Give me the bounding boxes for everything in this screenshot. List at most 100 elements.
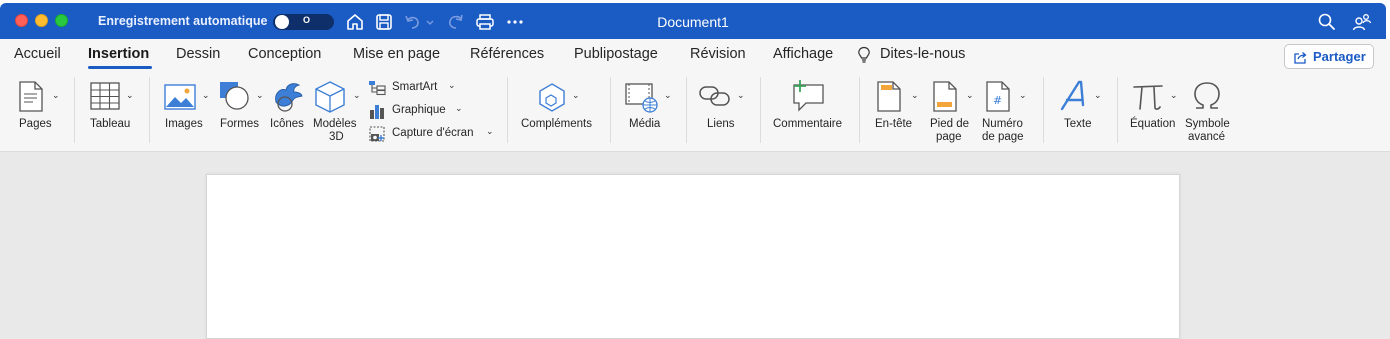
- modeles-label-line1: Modèles: [313, 118, 357, 130]
- divider: [610, 77, 611, 143]
- pages-label: Pages: [19, 118, 52, 130]
- capture-label: Capture d'écran: [392, 127, 474, 139]
- equation-button[interactable]: ⌄ Équation: [1128, 73, 1182, 152]
- tab-publipostage[interactable]: Publipostage: [574, 46, 658, 62]
- header-icon: [877, 81, 901, 112]
- tab-affichage[interactable]: Affichage: [773, 46, 833, 62]
- divider: [1043, 77, 1044, 143]
- graphique-label: Graphique: [392, 104, 446, 116]
- media-button[interactable]: ⌄ Média: [622, 73, 678, 152]
- modeles-3d-button[interactable]: ⌄ Modèles 3D: [312, 73, 362, 152]
- divider: [760, 77, 761, 143]
- active-tab-underline: [88, 66, 152, 69]
- chart-icon: [370, 105, 384, 119]
- chevron-down-icon: ⌄: [256, 90, 264, 100]
- link-icon: [699, 86, 730, 106]
- media-label: Média: [629, 118, 661, 130]
- tab-revision[interactable]: Révision: [690, 46, 746, 62]
- divider: [74, 77, 75, 143]
- cube-icon: [315, 81, 345, 113]
- icones-label: Icônes: [270, 118, 304, 130]
- word-window: Enregistrement automatique O Document1 A…: [0, 0, 1390, 339]
- complements-label: Compléments: [521, 118, 592, 130]
- screenshot-icon: [369, 126, 385, 142]
- formes-button[interactable]: ⌄ Formes: [218, 73, 268, 152]
- chevron-down-icon: ⌄: [664, 90, 672, 100]
- smartart-label: SmartArt: [392, 81, 438, 93]
- tableau-button[interactable]: ⌄ Tableau: [86, 73, 140, 152]
- pages-button[interactable]: ⌄ Pages: [12, 73, 68, 152]
- pi-icon: [1133, 85, 1163, 110]
- tab-conception[interactable]: Conception: [248, 46, 321, 62]
- media-icon: [625, 83, 658, 113]
- tableau-label: Tableau: [90, 118, 131, 130]
- images-label: Images: [165, 118, 203, 130]
- redo-icon[interactable]: [446, 12, 466, 32]
- chevron-down-icon: ⌄: [486, 126, 494, 136]
- graphique-button[interactable]: Graphique ⌄: [368, 101, 468, 121]
- symbole-label-line1: Symbole: [1185, 118, 1230, 130]
- hexagon-icon: [539, 83, 565, 112]
- more-icon[interactable]: [505, 12, 525, 32]
- tab-references[interactable]: Références: [470, 46, 544, 62]
- capture-ecran-button[interactable]: Capture d'écran ⌄: [368, 124, 498, 144]
- close-window-button[interactable]: [15, 14, 28, 27]
- formes-label: Formes: [220, 118, 259, 130]
- divider: [859, 77, 860, 143]
- texte-label: Texte: [1064, 118, 1092, 130]
- share-button[interactable]: Partager: [1284, 44, 1374, 69]
- images-button[interactable]: ⌄ Images: [162, 73, 214, 152]
- tab-insertion[interactable]: Insertion: [88, 46, 149, 62]
- chevron-down-icon: ⌄: [737, 90, 745, 100]
- people-icon[interactable]: [1352, 12, 1372, 32]
- undo-chevron-icon[interactable]: [425, 12, 435, 32]
- tab-dessin[interactable]: Dessin: [176, 46, 220, 62]
- home-icon[interactable]: [345, 12, 365, 32]
- liens-button[interactable]: ⌄ Liens: [698, 73, 750, 152]
- autosave-toggle[interactable]: O: [273, 14, 334, 30]
- tab-accueil[interactable]: Accueil: [14, 46, 61, 62]
- en-tete-button[interactable]: ⌄ En-tête: [871, 73, 923, 152]
- chevron-down-icon: ⌄: [202, 90, 210, 100]
- symbole-label-line2: avancé: [1188, 131, 1226, 143]
- pied-de-page-button[interactable]: ⌄ Pied de page: [928, 73, 980, 152]
- document-page[interactable]: [206, 174, 1180, 339]
- numero-de-page-button[interactable]: # ⌄ Numéro de page: [982, 73, 1036, 152]
- autosave-label: Enregistrement automatique: [98, 14, 268, 28]
- search-icon[interactable]: [1317, 12, 1337, 32]
- svg-text:#: #: [993, 94, 1002, 107]
- title-bar: Enregistrement automatique O Document1: [0, 3, 1386, 39]
- picture-icon: [164, 84, 196, 110]
- maximize-window-button[interactable]: [55, 14, 68, 27]
- minimize-window-button[interactable]: [35, 14, 48, 27]
- share-icon: [1294, 52, 1307, 64]
- pied-label-line1: Pied de: [930, 118, 970, 130]
- undo-icon[interactable]: [403, 12, 423, 32]
- smartart-button[interactable]: SmartArt ⌄: [368, 78, 468, 98]
- smartart-icon: [369, 81, 386, 96]
- chevron-down-icon: ⌄: [353, 90, 361, 100]
- symbole-avance-button[interactable]: Symbole avancé: [1184, 73, 1234, 152]
- chevron-down-icon: ⌄: [1094, 90, 1102, 100]
- complements-button[interactable]: ⌄ Compléments: [519, 73, 599, 152]
- print-icon[interactable]: [475, 12, 495, 32]
- tab-mise-en-page[interactable]: Mise en page: [353, 46, 440, 62]
- chevron-down-icon: ⌄: [52, 90, 60, 100]
- divider: [149, 77, 150, 143]
- toggle-knob: [275, 15, 289, 29]
- tell-me-search[interactable]: Dites-le-nous: [880, 46, 965, 62]
- toggle-state-text: O: [303, 15, 311, 25]
- footer-icon: [933, 81, 957, 112]
- commentaire-button[interactable]: Commentaire: [771, 73, 849, 152]
- texte-button[interactable]: ⌄ Texte: [1057, 73, 1107, 152]
- bird-icon: [275, 83, 303, 112]
- text-icon: [1060, 80, 1085, 111]
- page-number-icon: #: [986, 81, 1010, 112]
- save-icon[interactable]: [374, 12, 394, 32]
- share-label: Partager: [1313, 49, 1366, 64]
- icones-button[interactable]: Icônes: [270, 73, 308, 152]
- chevron-down-icon: ⌄: [911, 90, 919, 100]
- numero-label-line1: Numéro: [982, 118, 1023, 130]
- document-canvas: [0, 152, 1390, 339]
- liens-label: Liens: [707, 118, 735, 130]
